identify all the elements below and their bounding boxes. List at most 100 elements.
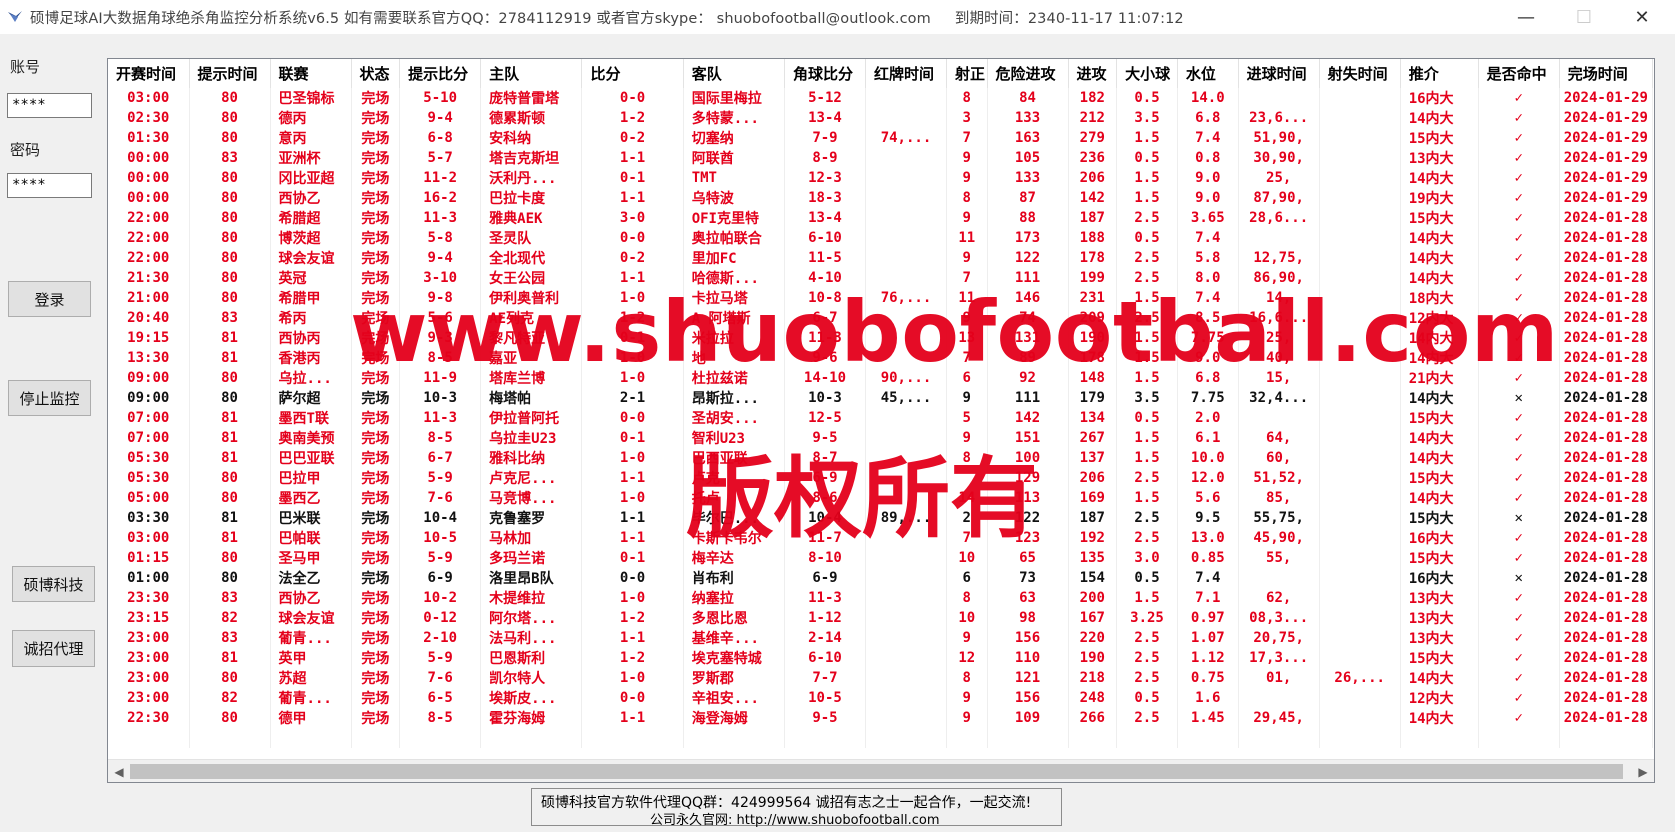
table-cell: 2.5 (1116, 468, 1178, 488)
table-row[interactable]: 05:00 80 墨西乙 完场 7-6 马竞博... 1-0 托卢 8-6 14 113 169 1.5… (108, 488, 1654, 508)
table-row[interactable]: 22:00 80 希腊超 完场 11-3 雅典AEK 3-0 OFI克里特 13-4 9 88 187… (108, 208, 1654, 228)
table-cell (865, 568, 948, 588)
table-row[interactable]: 23:15 82 球会友谊 完场 0-12 阿尔塔... 1-2 多恩比恩 1-12 10 98 16… (108, 608, 1654, 628)
table-row[interactable]: 03:00 80 巴圣锦标 完场 5-10 庞特普雷塔 0-0 国际里梅拉 5-12 8 84 182… (108, 88, 1654, 108)
column-header[interactable]: 射正 (946, 59, 988, 88)
table-cell: A 阿塔斯 (683, 308, 785, 328)
column-header[interactable]: 水位 (1177, 59, 1239, 88)
column-header[interactable]: 提示比分 (399, 59, 482, 88)
table-row[interactable]: 19:15 81 西协丙 完场 9-3 黎凡特亚 0-1 米拉拉 11-3 13 131 190 1.5… (108, 328, 1654, 348)
table-cell: 11-5 (784, 248, 866, 268)
table-cell: 83 (189, 148, 271, 168)
table-row[interactable]: 09:00 80 乌拉... 完场 11-9 塔库兰博 1-0 杜拉兹诺 14-10 90,...… (108, 368, 1654, 388)
window-title: 硕博足球AI大数据角球绝杀角监控分析系统v6.5 如有需要联系官方QQ：2784… (30, 10, 931, 27)
table-row[interactable]: 01:00 80 法全乙 完场 6-9 洛里昂B队 0-0 肖布利 6-9 6 73 154 0.5 7.… (108, 568, 1654, 588)
table-cell: 5-9 (399, 648, 482, 668)
minimize-button[interactable]: — (1497, 0, 1555, 34)
column-header[interactable]: 进攻 (1068, 59, 1118, 88)
table-cell: 埃克塞特城 (683, 648, 785, 668)
table-row[interactable]: 23:30 83 西协乙 完场 10-2 木提维拉 1-0 纳塞拉 11-3 8 63 200 1.5 7… (108, 588, 1654, 608)
column-header[interactable]: 完场时间 (1559, 59, 1654, 88)
table-row[interactable]: 00:00 80 冈比亚超 完场 11-2 沃利丹... 0-1 TMT 12-3 9 133 206… (108, 168, 1654, 188)
table-row[interactable]: 22:00 80 球会友谊 完场 9-4 全北现代 0-2 里加FC 11-5 9 122 178 2.… (108, 248, 1654, 268)
table-row[interactable]: 03:00 81 巴帕联 完场 10-5 马林加 1-1 卡斯卡韦尔 11-7 7 123 192 2.… (108, 528, 1654, 548)
column-header[interactable]: 进球时间 (1238, 59, 1320, 88)
column-header[interactable]: 开赛时间 (108, 59, 190, 88)
table-cell (865, 168, 948, 188)
table-row[interactable]: 21:00 80 希腊甲 完场 9-8 伊利奥普利 1-0 卡拉马塔 10-8 76,... 11 1… (108, 288, 1654, 308)
table-cell: 14内大 (1400, 448, 1479, 468)
scroll-left-icon[interactable]: ◀ (108, 760, 130, 783)
table-cell: 80 (189, 548, 271, 568)
table-cell (1319, 308, 1401, 328)
column-header[interactable]: 提示时间 (189, 59, 271, 88)
agent-recruit-button[interactable]: 诚招代理 (12, 630, 95, 667)
table-row[interactable]: 07:00 81 墨西T联 完场 11-3 伊拉普阿托 0-0 圣胡安... 12-5 5 142 1… (108, 408, 1654, 428)
column-header[interactable]: 客队 (683, 59, 785, 88)
table-cell: 9 (946, 148, 988, 168)
column-header[interactable]: 比分 (581, 59, 684, 88)
column-header[interactable]: 红牌时间 (865, 59, 948, 88)
app-logo-icon (8, 11, 22, 22)
table-row[interactable]: 03:30 81 巴米联 完场 10-4 克鲁塞罗 1-1 毕尔巴... 10-4 89,... 2… (108, 508, 1654, 528)
table-cell: 5.8 (1177, 248, 1239, 268)
table-cell: 14.0 (1177, 88, 1239, 108)
column-header[interactable]: 射失时间 (1319, 59, 1401, 88)
table-cell: 62, (1238, 588, 1320, 608)
column-header[interactable]: 主队 (480, 59, 583, 88)
table-cell: 2.5 (1116, 648, 1178, 668)
table-row[interactable]: 05:30 80 巴拉甲 完场 5-9 卢克尼... 1-1 卢克 6-9 129 206 2.5 12… (108, 468, 1654, 488)
table-row[interactable]: 23:00 80 苏超 完场 7-6 凯尔特人 1-0 罗斯郡 7-7 8 121 218 2.5 0.7… (108, 668, 1654, 688)
table-cell: 7 (946, 528, 988, 548)
close-button[interactable]: ✕ (1613, 0, 1671, 34)
column-header[interactable]: 推介 (1400, 59, 1479, 88)
table-cell (1319, 168, 1401, 188)
table-row[interactable]: 07:00 81 奥南美预 完场 8-5 乌拉圭U23 0-1 智利U23 9-5 9 151 267… (108, 428, 1654, 448)
password-input[interactable]: **** (7, 173, 92, 198)
table-row[interactable]: 22:30 80 德甲 完场 8-5 霍芬海姆 1-1 海登海姆 9-5 9 109 266 2.5 1.… (108, 708, 1654, 728)
table-cell: 1.5 (1116, 128, 1178, 148)
table-cell: 1-2 (581, 648, 684, 668)
horizontal-scrollbar[interactable]: ◀ ▶ (108, 759, 1654, 782)
table-row[interactable]: 13:30 81 香港丙 完场 8-5 嘉亚 1-0 地 9-6 7 89 178 1.5 9.0 40, 1… (108, 348, 1654, 368)
table-row[interactable]: 05:30 81 巴巴亚联 完场 6-7 雅科比纳 1-0 巴西亚联 8-7 8 100 137 1.5… (108, 448, 1654, 468)
table-row[interactable]: 01:15 80 圣马甲 完场 5-9 多玛兰诺 0-1 梅辛达 8-10 10 65 135 3.0 0… (108, 548, 1654, 568)
company-button[interactable]: 硕博科技 (12, 566, 95, 602)
account-input[interactable]: **** (7, 93, 92, 118)
column-header[interactable]: 是否命中 (1478, 59, 1560, 88)
table-cell: 英冠 (270, 268, 352, 288)
table-cell: 2024-01-28 (1559, 388, 1654, 408)
table-cell: 5-10 (399, 88, 482, 108)
scroll-right-icon[interactable]: ▶ (1632, 760, 1654, 783)
table-row[interactable]: 20:40 83 希丙 完场 5-6 AE列克 1-2 A 阿塔斯 6-7 9 74 209 2.5 8.… (108, 308, 1654, 328)
table-cell: 完场 (351, 168, 401, 188)
table-cell (1319, 328, 1401, 348)
column-header[interactable]: 角球比分 (784, 59, 866, 88)
column-header[interactable]: 状态 (351, 59, 401, 88)
column-header[interactable]: 危险进攻 (987, 59, 1069, 88)
stop-monitor-button[interactable]: 停止监控 (8, 380, 91, 416)
table-row[interactable]: 02:30 80 德丙 完场 9-4 德累斯顿 1-2 多特蒙... 13-4 3 133 212 3.… (108, 108, 1654, 128)
column-header[interactable]: 联赛 (270, 59, 352, 88)
table-cell: 完场 (351, 608, 401, 628)
column-header[interactable]: 大小球 (1116, 59, 1178, 88)
table-cell: 1.5 (1116, 188, 1178, 208)
match-grid[interactable]: 开赛时间 提示时间 联赛 状态 提示比分 主队 比分 客队 角球比分 红牌时间 射正 危险进攻 进攻 大小… (107, 58, 1655, 783)
table-row[interactable]: 09:00 80 萨尔超 完场 10-3 梅塔帕 2-1 昂斯拉... 10-3 45,... 9 1… (108, 388, 1654, 408)
table-row[interactable]: 00:00 83 亚洲杯 完场 5-7 塔吉克斯坦 1-1 阿联酋 8-9 9 105 236 0.5 0… (108, 148, 1654, 168)
scrollbar-thumb[interactable] (130, 764, 1623, 779)
maximize-button[interactable]: ☐ (1555, 0, 1613, 34)
table-row[interactable]: 23:00 81 英甲 完场 5-9 巴恩斯利 1-2 埃克塞特城 6-10 12 110 190 2.… (108, 648, 1654, 668)
login-button[interactable]: 登录 (8, 281, 91, 317)
table-cell: 梅塔帕 (480, 388, 583, 408)
table-row[interactable]: 00:00 80 西协乙 完场 16-2 巴拉卡度 1-1 乌特波 18-3 8 87 142 1.5 9… (108, 188, 1654, 208)
table-row[interactable]: 01:30 80 意丙 完场 6-8 安科纳 0-2 切塞纳 7-9 74,... 7 163 279 1… (108, 128, 1654, 148)
table-row[interactable]: 23:00 83 葡青... 完场 2-10 法马利... 1-1 基维辛... 2-14 9 15… (108, 628, 1654, 648)
table-row[interactable]: 23:00 82 葡青... 完场 6-5 埃斯皮... 0-0 辛祖安... 10-5 9 156… (108, 688, 1654, 708)
table-cell: 00:00 (108, 148, 190, 168)
table-row[interactable]: 21:30 80 英冠 完场 3-10 女王公园 1-1 哈德斯... 4-10 7 111 199 2… (108, 268, 1654, 288)
table-cell: 完场 (351, 348, 401, 368)
table-cell: 西协乙 (270, 188, 352, 208)
table-cell: 0.75 (1177, 668, 1239, 688)
table-row[interactable]: 22:00 80 博茨超 完场 5-8 圣灵队 0-0 奥拉帕联合 6-10 11 173 188 0.… (108, 228, 1654, 248)
